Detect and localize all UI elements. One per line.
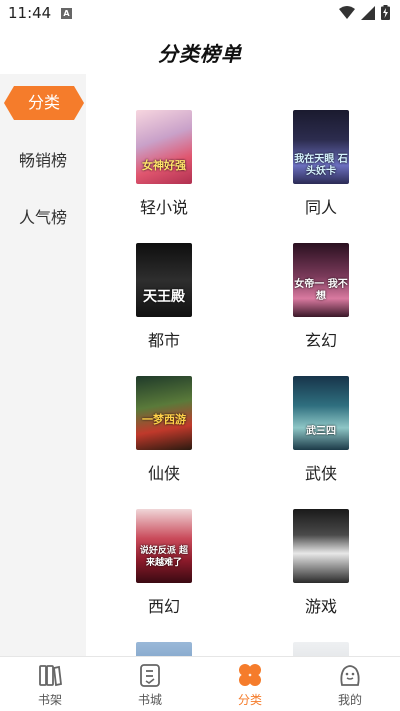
category-item-wuxia[interactable]: 武三四 武侠 xyxy=(271,376,371,484)
book-cover xyxy=(293,642,349,656)
book-cover: 一梦西游 xyxy=(136,376,192,450)
profile-icon xyxy=(340,665,360,686)
cover-title: 说好反派 超来越难了 xyxy=(139,546,189,568)
bookshelf-icon xyxy=(39,665,62,687)
category-label: 同人 xyxy=(304,198,337,217)
book-cover: 女帝一 我不想 xyxy=(293,243,349,317)
category-label: 仙侠 xyxy=(147,464,180,483)
sidebar-item-label: 人气榜 xyxy=(18,208,67,227)
status-icons xyxy=(339,5,390,20)
sidebar-item-bestseller[interactable]: 畅销榜 xyxy=(0,144,86,178)
bookstore-icon xyxy=(140,664,160,687)
signal-icon xyxy=(361,5,375,20)
category-item-partial[interactable] xyxy=(114,642,214,656)
cover-title: 女帝一 我不想 xyxy=(294,279,348,302)
sidebar-item-label: 畅销榜 xyxy=(18,151,67,170)
sidebar-item-category[interactable]: 分类 xyxy=(4,86,84,120)
category-label: 武侠 xyxy=(304,464,337,483)
cover-title: 我在天眼 石头妖卡 xyxy=(294,154,348,177)
book-cover: 说好反派 超来越难了 xyxy=(136,509,192,583)
book-cover: 女神好强 xyxy=(136,110,192,184)
book-cover xyxy=(293,509,349,583)
category-grid: 女神好强 轻小说 我在天眼 石头妖卡 同人 天王殿 都市 女帝一 我不想 玄幻 xyxy=(86,74,400,656)
category-icon xyxy=(239,664,261,686)
category-item-urban[interactable]: 天王殿 都市 xyxy=(114,243,214,351)
book-cover: 天王殿 xyxy=(136,243,192,317)
nav-label: 书架 xyxy=(37,693,62,707)
screen: 11:44 A 分类榜单 分类 畅销榜 人气榜 女神好强 轻小说 我在天眼 石头… xyxy=(0,0,400,711)
wifi-icon xyxy=(339,5,355,19)
category-item-fantasy[interactable]: 女帝一 我不想 玄幻 xyxy=(271,243,371,351)
category-label: 西幻 xyxy=(147,597,180,616)
sidebar-item-label: 分类 xyxy=(27,93,60,112)
sidebar-item-popular[interactable]: 人气榜 xyxy=(0,201,86,235)
category-item-light-novel[interactable]: 女神好强 轻小说 xyxy=(114,110,214,218)
category-item-partial[interactable] xyxy=(271,642,371,656)
nav-bookshelf[interactable]: 书架 xyxy=(10,661,90,708)
cover-title: 女神好强 xyxy=(142,159,186,172)
cover-title: 天王殿 xyxy=(143,289,185,305)
sidebar: 分类 畅销榜 人气榜 xyxy=(0,74,86,656)
status-bar: 11:44 A xyxy=(0,0,400,28)
nav-category[interactable]: 分类 xyxy=(210,661,290,708)
bottom-nav: 书架 书城 分类 我的 xyxy=(0,656,400,711)
nav-bookstore[interactable]: 书城 xyxy=(110,661,190,708)
category-label: 玄幻 xyxy=(304,331,337,350)
book-cover xyxy=(136,642,192,656)
nav-profile[interactable]: 我的 xyxy=(310,661,390,708)
page-title: 分类榜单 xyxy=(158,42,242,66)
category-label: 轻小说 xyxy=(139,198,188,217)
category-item-western-fantasy[interactable]: 说好反派 超来越难了 西幻 xyxy=(114,509,214,617)
category-label: 都市 xyxy=(147,331,180,350)
category-item-game[interactable]: 游戏 xyxy=(271,509,371,617)
nav-label: 我的 xyxy=(337,693,362,707)
cover-title: 一梦西游 xyxy=(142,413,186,426)
category-item-xianxia[interactable]: 一梦西游 仙侠 xyxy=(114,376,214,484)
cover-title: 武三四 xyxy=(306,426,336,437)
notification-icon: A xyxy=(61,8,72,19)
category-item-fan-fiction[interactable]: 我在天眼 石头妖卡 同人 xyxy=(271,110,371,218)
status-time: 11:44 xyxy=(8,4,52,22)
book-cover: 武三四 xyxy=(293,376,349,450)
nav-label: 书城 xyxy=(137,693,162,707)
book-cover: 我在天眼 石头妖卡 xyxy=(293,110,349,184)
nav-label: 分类 xyxy=(237,693,262,707)
battery-icon xyxy=(381,5,390,20)
category-label: 游戏 xyxy=(304,597,337,616)
